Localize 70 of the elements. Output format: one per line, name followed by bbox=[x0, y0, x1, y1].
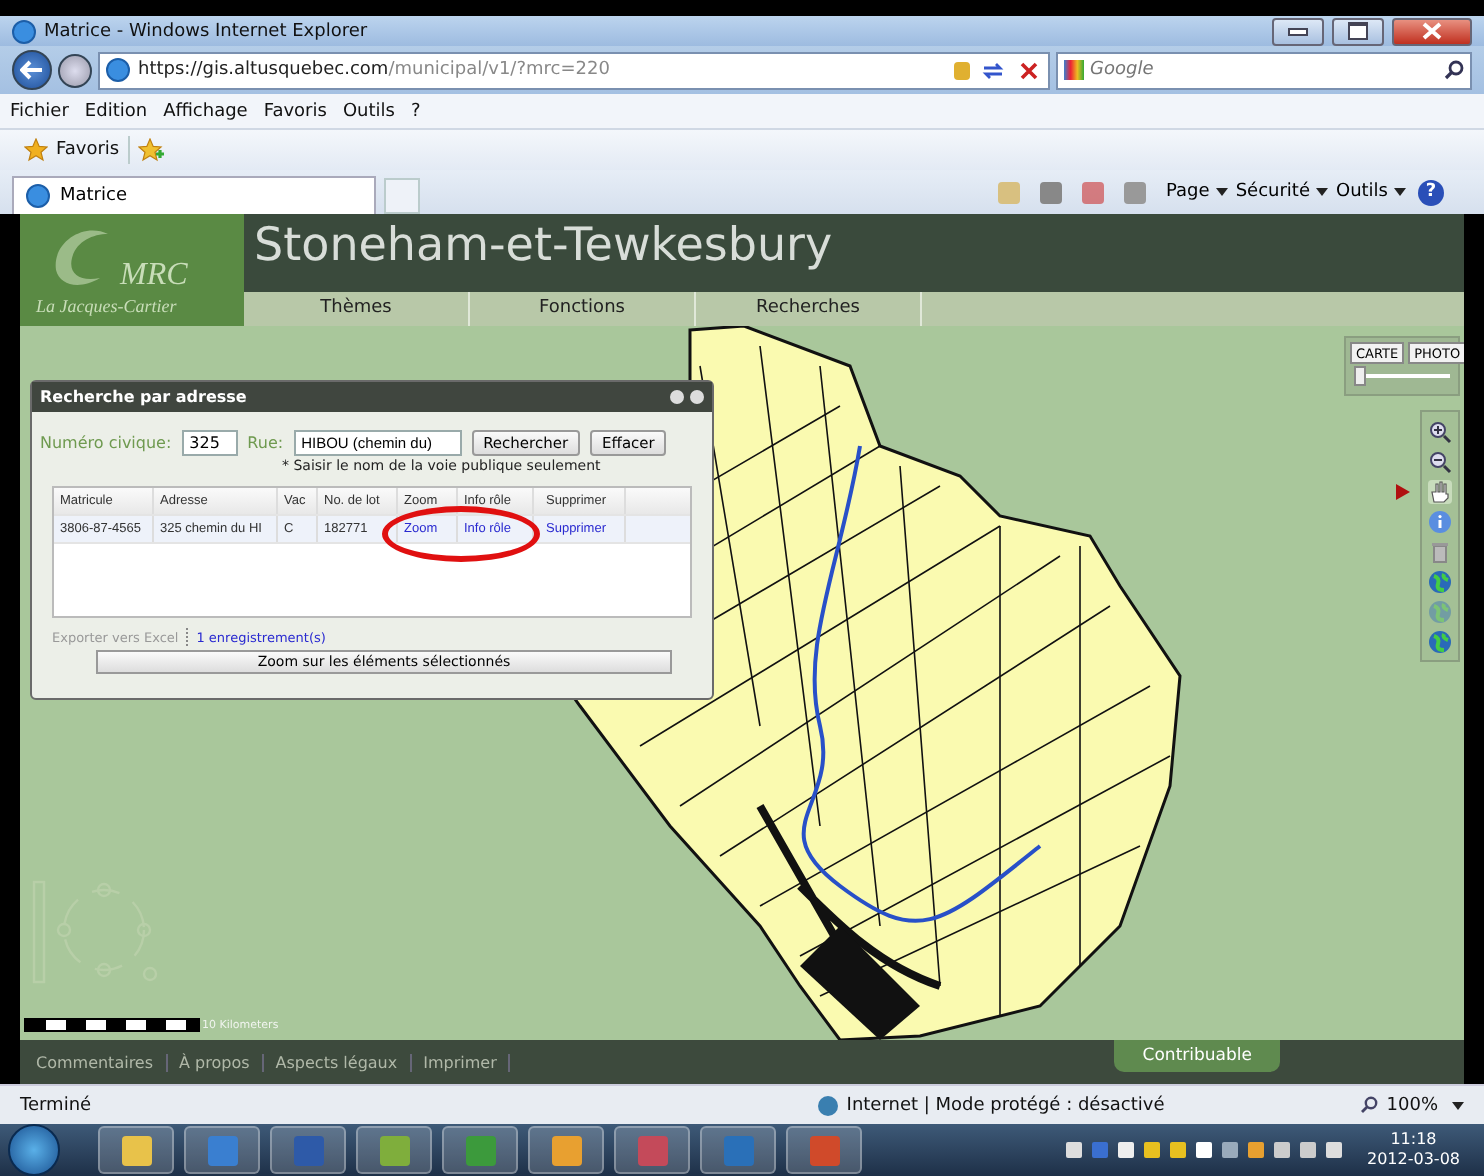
clock[interactable]: 11:18 2012-03-08 bbox=[1351, 1130, 1476, 1170]
field-label: Rue: bbox=[247, 434, 284, 452]
taskbar-app-icon[interactable] bbox=[528, 1126, 604, 1174]
magnifier-icon bbox=[1360, 1096, 1379, 1114]
selection-arrow-icon bbox=[1396, 483, 1410, 499]
field-label: Numéro civique: bbox=[40, 434, 172, 452]
star-icon bbox=[24, 138, 48, 162]
caret-icon bbox=[1215, 187, 1228, 196]
logo-subtitle: La Jacques-Cartier bbox=[36, 296, 177, 316]
zoom-level[interactable]: 100% bbox=[1386, 1095, 1438, 1115]
menu-item[interactable]: ? bbox=[410, 101, 421, 121]
search-icon[interactable] bbox=[1444, 60, 1464, 80]
menu-item[interactable]: Affichage bbox=[163, 101, 248, 121]
forward-button[interactable] bbox=[58, 53, 92, 87]
clock-date: 2012-03-08 bbox=[1367, 1150, 1460, 1170]
help-button[interactable]: ? bbox=[1418, 179, 1444, 205]
minimize-button[interactable] bbox=[1272, 17, 1324, 45]
menu-item[interactable]: Outils bbox=[342, 101, 395, 121]
browser-tab[interactable]: Matrice bbox=[12, 176, 376, 214]
opacity-slider[interactable] bbox=[1354, 366, 1450, 386]
caret-icon[interactable] bbox=[1452, 1101, 1464, 1109]
taskbar-app-icon[interactable] bbox=[98, 1126, 174, 1174]
zoom-in-icon[interactable] bbox=[1428, 419, 1452, 443]
search-provider-icon bbox=[1064, 60, 1084, 80]
taskbar-app-icon[interactable] bbox=[184, 1126, 260, 1174]
search-field[interactable]: Google bbox=[1056, 51, 1472, 89]
tab-title: Matrice bbox=[60, 186, 127, 206]
info-icon[interactable] bbox=[1428, 509, 1452, 533]
address-field[interactable]: https://gis.altusquebec.com/municipal/v1/?mrc=220 bbox=[98, 51, 1050, 89]
add-favorite-icon[interactable] bbox=[137, 138, 164, 162]
clock-time: 11:18 bbox=[1390, 1130, 1437, 1150]
taskbar-app-icon[interactable] bbox=[614, 1126, 690, 1174]
back-button[interactable] bbox=[12, 50, 52, 90]
taskbar-app-icon[interactable] bbox=[270, 1126, 346, 1174]
command-menu[interactable]: Page bbox=[1166, 182, 1228, 202]
back-arrow-icon bbox=[20, 60, 44, 80]
refresh-icon[interactable] bbox=[978, 61, 1008, 79]
stop-icon[interactable] bbox=[1016, 61, 1042, 79]
hand-icon[interactable] bbox=[1428, 479, 1452, 503]
taskbar-app-icon[interactable] bbox=[442, 1126, 518, 1174]
url-text: https://gis.altusquebec.com/municipal/v1/?mrc=220 bbox=[138, 60, 610, 80]
close-button[interactable] bbox=[1392, 17, 1472, 45]
map-view[interactable] bbox=[20, 326, 1464, 1040]
caret-icon bbox=[1315, 187, 1328, 196]
window-title: Matrice - Windows Internet Explorer bbox=[44, 21, 368, 41]
slider-thumb[interactable] bbox=[1354, 366, 1367, 386]
security-zone: Internet | Mode protégé : désactivé bbox=[846, 1095, 1165, 1115]
favorites-button[interactable]: Favoris bbox=[56, 140, 120, 160]
zoom-out-icon[interactable] bbox=[1428, 449, 1452, 473]
footer-link[interactable]: À propos bbox=[167, 1053, 264, 1071]
maximize-button[interactable] bbox=[1332, 17, 1384, 45]
command-menu[interactable]: Sécurité bbox=[1235, 182, 1328, 202]
menu-item[interactable]: Fichier bbox=[10, 101, 69, 121]
footer-link[interactable]: Imprimer bbox=[411, 1053, 511, 1071]
status-text: Terminé bbox=[20, 1095, 92, 1115]
contribuable-tab[interactable]: Contribuable bbox=[1114, 1040, 1280, 1072]
site-title: Stoneham-et-Tewkesbury bbox=[252, 218, 835, 276]
taskbar-app-icon[interactable] bbox=[356, 1126, 432, 1174]
menu-item[interactable]: Favoris bbox=[263, 101, 327, 121]
taskbar-app-icon[interactable] bbox=[700, 1126, 776, 1174]
civic-number-field[interactable]: 325 bbox=[181, 430, 238, 456]
menu-item[interactable]: Edition bbox=[84, 101, 148, 121]
footer-link[interactable]: Commentaires bbox=[24, 1053, 168, 1071]
command-menu[interactable]: Outils bbox=[1335, 182, 1406, 202]
taskbar-app-icon[interactable] bbox=[786, 1126, 862, 1174]
dialog-title: Recherche par adresse bbox=[40, 388, 247, 406]
logo-text: MRC bbox=[120, 258, 188, 294]
caret-icon bbox=[1394, 187, 1406, 196]
footer-link[interactable]: Aspects légaux bbox=[263, 1053, 412, 1071]
start-button[interactable] bbox=[8, 1124, 60, 1176]
